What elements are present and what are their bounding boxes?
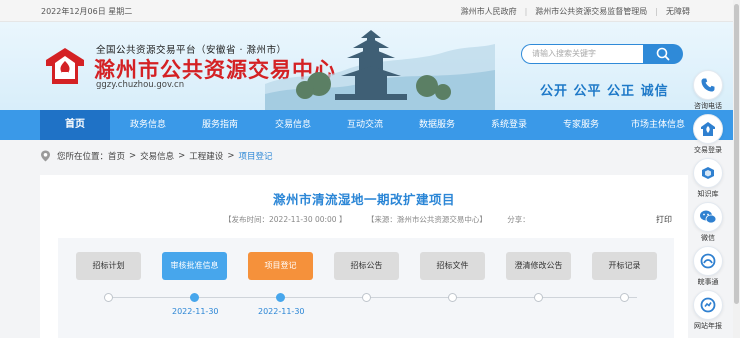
process-flow: 招标计划 审核批准信息 项目登记 招标公告 招标文件 澄清修改公告 开标记录 2…	[58, 238, 674, 338]
nav-item-system-login[interactable]: 系统登录	[474, 110, 544, 140]
timeline-dot-current	[276, 293, 285, 302]
step-tender-document[interactable]: 招标文件	[420, 252, 485, 280]
sidebar-icon-circle	[693, 246, 723, 276]
breadcrumb-separator: >	[227, 151, 235, 161]
location-pin-icon	[41, 150, 50, 162]
link-city-government[interactable]: 滁州市人民政府	[461, 6, 517, 17]
article-panel: 滁州市清流湿地一期改扩建项目 【发布时间：2022-11-30 00:00 】 …	[40, 175, 688, 338]
sidebar-item-hotline[interactable]: 咨询电话	[689, 70, 727, 112]
sidebar-item-annual-report[interactable]: 网站年报	[689, 290, 727, 332]
article-source: 【来源：滁州市公共资源交易中心】	[366, 215, 487, 224]
site-slogan: 公开 公平 公正 诚信	[540, 84, 669, 99]
sidebar-icon-circle	[693, 158, 723, 188]
nav-item-interaction[interactable]: 互动交流	[330, 110, 400, 140]
step-approval-info[interactable]: 审核批准信息	[162, 252, 227, 280]
sidebar-label: 微信	[701, 234, 715, 242]
breadcrumb-prefix: 您所在位置：	[57, 152, 109, 162]
site-logo-icon[interactable]	[44, 46, 86, 86]
sidebar-label: 网站年报	[694, 322, 722, 330]
step-bidding-plan[interactable]: 招标计划	[76, 252, 141, 280]
step-date-approval: 2022-11-30	[172, 307, 219, 316]
timeline-dot	[362, 293, 371, 302]
breadcrumb-separator: >	[178, 151, 186, 161]
sidebar-label: 交易登录	[694, 146, 722, 154]
sidebar-item-knowledge-base[interactable]: 知识库	[689, 158, 727, 200]
wanshitong-icon	[700, 253, 716, 269]
timeline-dot	[448, 293, 457, 302]
breadcrumb: 您所在位置： 首页 > 交易信息 > 工程建设 > 项目登记	[40, 150, 272, 162]
search-button[interactable]	[643, 44, 683, 64]
nav-item-home[interactable]: 首页	[40, 110, 110, 140]
sidebar-label: 咨询电话	[694, 102, 722, 110]
breadcrumb-construction[interactable]: 工程建设	[189, 150, 223, 162]
report-icon	[700, 297, 716, 313]
top-links: 滁州市人民政府 | 滁州市公共资源交易监督管理局 | 无障碍	[461, 6, 690, 17]
site-url: ggzy.chuzhou.gov.cn	[96, 80, 185, 90]
scrollbar-thumb[interactable]	[734, 4, 739, 304]
article-title: 滁州市清流湿地一期改扩建项目	[272, 192, 455, 207]
link-accessibility[interactable]: 无障碍	[666, 6, 690, 17]
step-date-registration: 2022-11-30	[258, 307, 305, 316]
breadcrumb-home[interactable]: 首页	[108, 150, 125, 162]
sidebar-icon-circle	[693, 114, 723, 144]
nav-item-market-entity[interactable]: 市场主体信息	[618, 110, 698, 140]
share-label: 分享：	[507, 215, 530, 224]
timeline-track	[105, 297, 637, 298]
nav-item-expert-service[interactable]: 专家服务	[546, 110, 616, 140]
book-icon	[702, 167, 714, 179]
logo-icon	[701, 122, 715, 136]
sidebar-label: 知识库	[697, 190, 719, 198]
nav-item-service-guide[interactable]: 服务指南	[185, 110, 255, 140]
divider: |	[655, 7, 658, 16]
print-button[interactable]: 打印	[656, 214, 672, 225]
nav-item-government-info[interactable]: 政务信息	[113, 110, 183, 140]
breadcrumb-separator: >	[129, 151, 137, 161]
divider: |	[524, 7, 528, 16]
breadcrumb-current: 项目登记	[238, 152, 273, 162]
nav-item-data-service[interactable]: 数据服务	[402, 110, 472, 140]
search-icon	[656, 47, 670, 61]
step-tender-notice[interactable]: 招标公告	[334, 252, 399, 280]
timeline-dot	[104, 293, 113, 302]
main-nav: 首页 政务信息 服务指南 交易信息 互动交流 数据服务 系统登录 专家服务 市场…	[0, 110, 740, 140]
breadcrumb-trade-info[interactable]: 交易信息	[140, 150, 174, 162]
link-supervision-bureau[interactable]: 滁州市公共资源交易监督管理局	[535, 6, 647, 17]
timeline-dot	[620, 293, 629, 302]
step-clarification-notice[interactable]: 澄清修改公告	[506, 252, 571, 280]
sidebar-item-trade-login[interactable]: 交易登录	[689, 114, 727, 156]
search-input[interactable]: 请输入搜索关键字	[521, 44, 643, 64]
sidebar-icon-circle	[693, 202, 723, 232]
pavilion-banner-illustration	[265, 30, 495, 110]
nav-item-trade-info[interactable]: 交易信息	[258, 110, 328, 140]
step-project-registration[interactable]: 项目登记	[248, 252, 313, 280]
site-header: 全国公共资源交易平台（安徽省 · 滁州市） 滁州市公共资源交易中心 ggzy.c…	[0, 22, 740, 110]
page-scrollbar[interactable]	[733, 0, 740, 338]
sidebar-icon-circle	[693, 70, 723, 100]
step-bid-opening-record[interactable]: 开标记录	[592, 252, 657, 280]
timeline-dot-done	[190, 293, 199, 302]
wechat-icon	[700, 210, 717, 224]
sidebar-item-wechat[interactable]: 微信	[689, 202, 727, 244]
publish-time: 【发布时间：2022-11-30 00:00 】	[224, 215, 347, 224]
sidebar-label: 皖事通	[697, 278, 719, 286]
sidebar-item-wanshitong[interactable]: 皖事通	[689, 246, 727, 288]
phone-icon	[701, 78, 715, 92]
sidebar-icon-circle	[693, 290, 723, 320]
top-bar: 2022年12月06日 星期二 滁州市人民政府 | 滁州市公共资源交易监督管理局…	[0, 0, 740, 22]
current-date: 2022年12月06日 星期二	[41, 7, 133, 16]
timeline-dot	[534, 293, 543, 302]
article-meta: 【发布时间：2022-11-30 00:00 】 【来源：滁州市公共资源交易中心…	[224, 214, 548, 225]
